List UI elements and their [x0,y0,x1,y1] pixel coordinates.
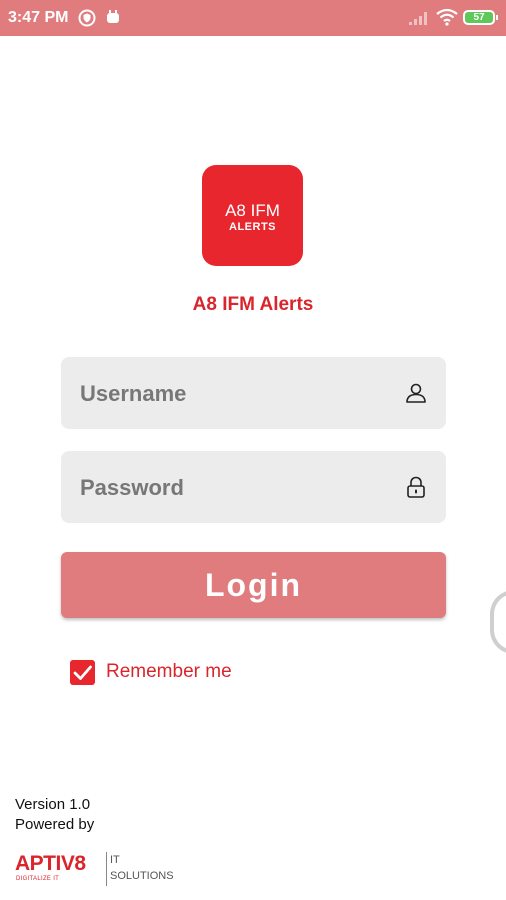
remember-me-label[interactable]: Remember me [106,661,232,683]
logo-text-line1: A8 IFM [225,201,280,220]
user-icon [404,381,428,405]
status-bar: 3:47 PM 57 [0,0,506,36]
remember-me-checkbox[interactable] [70,660,95,685]
notification-icon [105,9,121,30]
password-input[interactable] [78,451,392,525]
password-field[interactable] [61,451,446,525]
login-button[interactable]: Login [61,552,446,618]
brand-solutions-text: SOLUTIONS [110,870,174,882]
company-logo: APTIV8 DIGITALIZE IT IT SOLUTIONS [15,848,205,888]
app-logo: A8 IFM ALERTS [202,165,303,266]
username-input[interactable] [78,357,392,431]
username-field[interactable] [61,357,446,431]
powered-by-text: Powered by [15,816,95,833]
version-text: Version 1.0 [15,796,91,813]
edge-handle[interactable] [490,590,506,654]
battery-icon: 57 [463,10,498,25]
shield-icon [78,9,96,32]
brand-divider [106,852,107,886]
wifi-icon [436,8,458,31]
logo-text-line2: ALERTS [229,221,276,233]
lock-icon [404,475,428,499]
brand-tagline: DIGITALIZE IT [16,876,60,882]
status-time: 3:47 PM [8,9,69,26]
app-title: A8 IFM Alerts [192,294,314,315]
check-icon [73,665,92,680]
signal-icon [408,10,430,31]
brand-name: APTIV8 [15,852,86,875]
brand-it-text: IT [110,854,120,866]
